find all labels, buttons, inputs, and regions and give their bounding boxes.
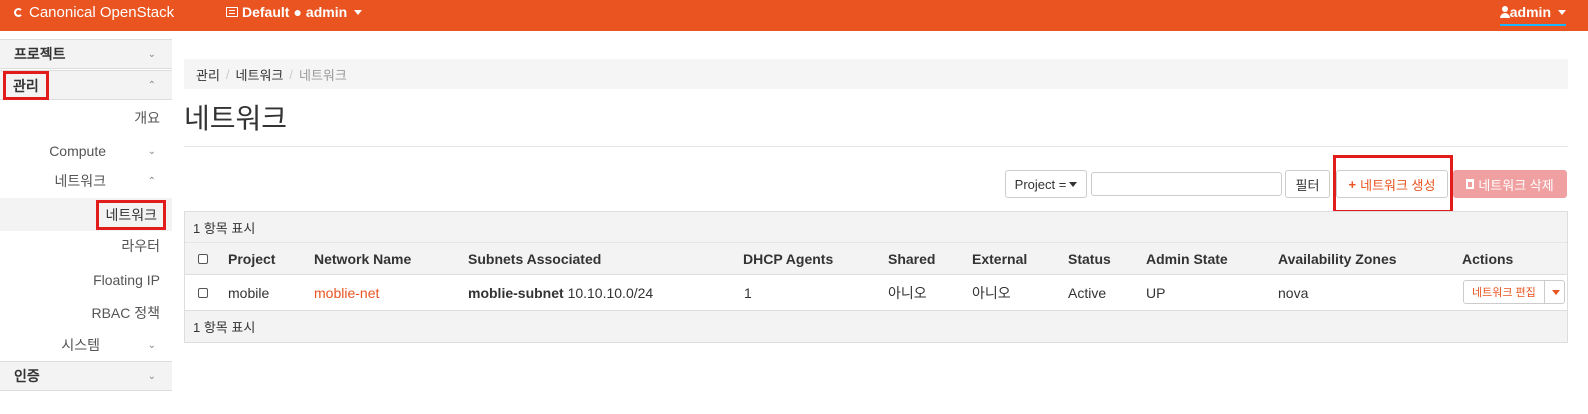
context-selector[interactable]: Default ● admin: [226, 4, 363, 20]
sidebar-item-label: 시스템: [61, 337, 100, 353]
network-name-link[interactable]: moblie-net: [314, 275, 379, 310]
filter-button[interactable]: 필터: [1285, 170, 1330, 198]
table-count-top: 1 항목 표시: [185, 212, 1567, 242]
breadcrumb-item[interactable]: 네트워크: [236, 65, 284, 84]
sidebar-item-label: 네트워크: [54, 173, 106, 189]
caret-down-icon: [354, 9, 363, 15]
plus-icon: +: [1348, 176, 1357, 192]
openstack-logo-icon: [14, 8, 23, 17]
sidebar-item-label: 인증: [14, 368, 40, 384]
cell-shared: 아니오: [888, 284, 927, 301]
cell-project: mobile: [228, 284, 270, 301]
chevron-up-icon: ⌃: [147, 175, 156, 187]
sidebar-item-identity[interactable]: 인증 ⌄: [0, 361, 172, 391]
sidebar-item-label: 프로젝트: [14, 46, 66, 62]
user-name: admin: [1509, 4, 1551, 20]
caret-down-icon: [1551, 289, 1560, 295]
chevron-down-icon: ⌄: [147, 339, 156, 351]
context-project: admin: [305, 4, 348, 20]
row-actions: 네트워크 편집: [1463, 280, 1565, 304]
column-header-admin-state[interactable]: Admin State: [1146, 243, 1228, 274]
cell-availability-zones: nova: [1278, 284, 1309, 301]
sidebar-item-label: 개요: [134, 110, 160, 126]
table-header: Project Network Name Subnets Associated …: [185, 242, 1567, 274]
networks-table: 1 항목 표시 Project Network Name Subnets Ass…: [184, 211, 1568, 343]
chevron-up-icon: ⌃: [147, 79, 156, 91]
subnet-name: moblie-subnet: [468, 284, 564, 301]
create-network-button[interactable]: + 네트워크 생성: [1336, 170, 1448, 198]
column-header-subnets[interactable]: Subnets Associated: [468, 243, 601, 274]
sidebar-item-label: RBAC 정책: [91, 305, 160, 321]
sidebar-item-network-group[interactable]: 네트워크 ⌃: [0, 170, 172, 192]
breadcrumb-separator: /: [289, 66, 294, 82]
column-header-network-name[interactable]: Network Name: [314, 243, 411, 274]
brand-label: Canonical OpenStack: [29, 4, 175, 21]
cell-external: 아니오: [972, 284, 1011, 301]
table-actions: Project = 필터 + 네트워크 생성 네트워크 삭제: [184, 155, 1568, 213]
sidebar-item-floating-ip[interactable]: Floating IP: [0, 269, 172, 291]
delete-networks-label: 네트워크 삭제: [1478, 177, 1554, 193]
sidebar-item-label: 네트워크: [96, 199, 166, 230]
divider: [184, 146, 1568, 147]
column-header-actions: Actions: [1462, 250, 1514, 267]
item-count: 1 항목 표시: [193, 220, 256, 236]
sidebar-item-routers[interactable]: 라우터: [0, 235, 172, 257]
filter-field-label: Project =: [1014, 176, 1067, 192]
table-row: mobile moblie-net moblie-subnet 10.10.10…: [185, 274, 1567, 311]
context-separator: ●: [293, 4, 302, 20]
context-domain: Default: [242, 4, 290, 20]
cell-admin-state: UP: [1146, 284, 1166, 301]
cell-status: Active: [1068, 284, 1107, 301]
breadcrumb: 관리 / 네트워크 / 네트워크: [184, 59, 1568, 89]
sidebar-item-compute[interactable]: Compute ⌄: [0, 140, 172, 162]
sidebar-item-label: Compute: [49, 143, 106, 159]
breadcrumb-current: 네트워크: [299, 67, 347, 83]
column-header-availability-zones[interactable]: Availability Zones: [1278, 243, 1397, 274]
breadcrumb-separator: /: [225, 66, 230, 82]
column-header-project[interactable]: Project: [228, 243, 275, 274]
brand[interactable]: Canonical OpenStack: [14, 4, 174, 21]
column-header-status[interactable]: Status: [1068, 243, 1111, 274]
list-icon: [226, 7, 238, 17]
caret-down-icon: [1069, 181, 1078, 187]
create-network-label: 네트워크 생성: [1360, 177, 1436, 193]
select-all-checkbox[interactable]: [198, 243, 208, 274]
caret-down-icon: [1558, 9, 1566, 15]
top-navbar: Canonical OpenStack Default ● admin admi…: [0, 0, 1588, 31]
cell-subnets: moblie-subnet 10.10.10.0/24: [468, 275, 653, 310]
breadcrumb-item[interactable]: 관리: [196, 65, 220, 84]
table-count-bottom: 1 항목 표시: [185, 311, 1567, 342]
sidebar-item-project[interactable]: 프로젝트 ⌄: [0, 39, 172, 69]
item-count: 1 항목 표시: [193, 320, 256, 335]
edit-network-button[interactable]: 네트워크 편집: [1463, 280, 1545, 304]
filter-field-select[interactable]: Project =: [1005, 170, 1087, 198]
user-menu[interactable]: admin: [1500, 4, 1566, 26]
filter-input[interactable]: [1091, 172, 1282, 196]
column-header-shared[interactable]: Shared: [888, 243, 935, 274]
sidebar-item-overview[interactable]: 개요: [0, 107, 172, 129]
chevron-down-icon: ⌄: [147, 145, 156, 157]
filter-button-label: 필터: [1295, 177, 1320, 193]
sidebar-item-admin[interactable]: 관리 ⌃: [0, 70, 172, 100]
user-icon: [1500, 6, 1510, 18]
sidebar-item-networks[interactable]: 네트워크: [0, 198, 172, 231]
row-actions-dropdown[interactable]: [1544, 280, 1565, 304]
sidebar-item-label: 라우터: [121, 238, 160, 254]
chevron-down-icon: ⌄: [147, 370, 156, 382]
trash-icon: [1466, 179, 1475, 189]
chevron-down-icon: ⌄: [147, 48, 156, 60]
sidebar: 프로젝트 ⌄ 관리 ⌃ 개요 Compute ⌄ 네트워크 ⌃ 네트워크 라우터…: [0, 31, 172, 414]
cell-dhcp-agents: 1: [744, 284, 752, 301]
delete-networks-button[interactable]: 네트워크 삭제: [1453, 170, 1567, 198]
row-checkbox[interactable]: [198, 275, 208, 310]
column-header-dhcp-agents[interactable]: DHCP Agents: [743, 243, 833, 274]
page-title: 네트워크: [184, 103, 288, 134]
column-header-external[interactable]: External: [972, 243, 1027, 274]
sidebar-item-label: 관리: [3, 71, 49, 100]
sidebar-item-system[interactable]: 시스템 ⌄: [0, 334, 172, 356]
subnet-cidr: 10.10.10.0/24: [567, 284, 654, 301]
sidebar-item-rbac[interactable]: RBAC 정책: [0, 302, 172, 324]
sidebar-item-label: Floating IP: [93, 272, 160, 288]
